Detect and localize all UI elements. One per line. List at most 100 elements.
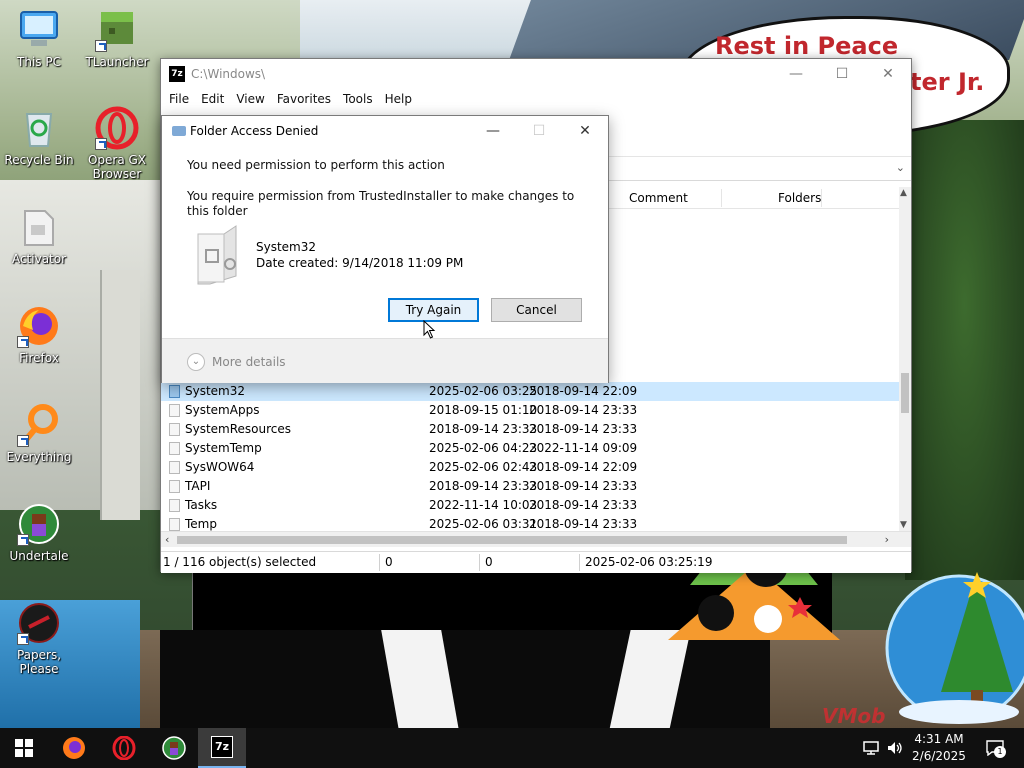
row-created: 2018-09-14 23:33	[529, 498, 638, 512]
folder-icon	[169, 442, 180, 455]
window-titlebar[interactable]: 7z C:\Windows\ — ☐ ✕	[161, 59, 911, 89]
desktop-icon-opera-gx[interactable]: Opera GX Browser	[78, 106, 156, 181]
row-modified: 2018-09-14 23:33	[429, 422, 538, 436]
row-name: Temp	[185, 517, 217, 531]
chevron-down-icon[interactable]: ⌄	[896, 161, 905, 174]
folder-icon	[169, 404, 180, 417]
column-divider	[821, 189, 822, 207]
dialog-titlebar[interactable]: Folder Access Denied — ☐ ✕	[162, 116, 608, 146]
folder-icon	[169, 385, 180, 398]
minimize-button[interactable]: —	[773, 59, 819, 89]
status-size: 0	[385, 555, 393, 569]
table-row[interactable]: TAPI 2018-09-14 23:33 2018-09-14 23:33	[161, 477, 899, 496]
scrollbar-thumb[interactable]	[177, 536, 847, 544]
dialog-close-button[interactable]: ✕	[562, 116, 608, 146]
table-row[interactable]: SystemApps 2018-09-15 01:10 2018-09-14 2…	[161, 401, 899, 420]
scroll-left-icon[interactable]: ‹	[165, 533, 169, 546]
desktop-icon-everything[interactable]: Everything	[0, 403, 78, 464]
status-selection: 1 / 116 object(s) selected	[163, 555, 317, 569]
more-details-toggle[interactable]: ⌄ More details	[162, 338, 608, 383]
tlauncher-icon	[95, 8, 139, 52]
snow-globe	[885, 572, 1024, 724]
system-clock[interactable]: 4:31 AM 2/6/2025	[900, 731, 978, 765]
status-divider	[579, 554, 580, 571]
taskbar-firefox[interactable]	[50, 728, 98, 768]
shortcut-arrow-icon	[95, 40, 107, 52]
desktop-icon-recycle-bin[interactable]: Recycle Bin	[0, 106, 78, 167]
status-modified: 2025-02-06 03:25:19	[585, 555, 713, 569]
desktop-icon-this-pc[interactable]: This PC	[0, 8, 78, 69]
cancel-button[interactable]: Cancel	[491, 298, 582, 322]
menu-help[interactable]: Help	[379, 92, 418, 106]
row-modified: 2018-09-15 01:10	[429, 403, 538, 417]
shortcut-arrow-icon	[17, 435, 29, 447]
folder-icon	[169, 480, 180, 493]
desktop-icon-papers-please[interactable]: Papers, Please	[0, 601, 78, 676]
desktop-icon-label: Opera GX Browser	[87, 153, 147, 181]
start-button[interactable]	[0, 728, 48, 768]
row-created: 2018-09-14 22:09	[529, 460, 638, 474]
menu-file[interactable]: File	[163, 92, 195, 106]
dialog-message-primary: You need permission to perform this acti…	[187, 158, 445, 172]
menu-tools[interactable]: Tools	[337, 92, 379, 106]
watermark: VMob	[822, 704, 886, 728]
desktop-icon-label: Recycle Bin	[4, 153, 74, 167]
status-divider	[479, 554, 480, 571]
table-row[interactable]: SysWOW64 2025-02-06 02:43 2018-09-14 22:…	[161, 458, 899, 477]
table-row[interactable]: SystemTemp 2025-02-06 04:23 2022-11-14 0…	[161, 439, 899, 458]
wallpaper-pillar	[100, 270, 140, 520]
menu-favorites[interactable]: Favorites	[271, 92, 337, 106]
taskbar-undertale[interactable]	[150, 728, 198, 768]
horizontal-scrollbar[interactable]: ‹ ›	[161, 531, 911, 547]
folder-date-created: Date created: 9/14/2018 11:09 PM	[256, 256, 464, 270]
folder-move-icon	[172, 126, 186, 136]
row-created: 2018-09-14 23:33	[529, 403, 638, 417]
notification-center-button[interactable]: 1	[980, 728, 1010, 768]
menu-edit[interactable]: Edit	[195, 92, 230, 106]
desktop-icon-activator[interactable]: Activator	[0, 205, 78, 266]
column-divider	[721, 189, 722, 207]
row-name: TAPI	[185, 479, 211, 493]
bubble-text-line2: ter Jr.	[910, 68, 985, 96]
maximize-button[interactable]: ☐	[819, 59, 865, 89]
table-row[interactable]: System32 2025-02-06 03:25 2018-09-14 22:…	[161, 382, 899, 401]
clock-time: 4:31 AM	[914, 732, 964, 746]
table-row[interactable]: SystemResources 2018-09-14 23:33 2018-09…	[161, 420, 899, 439]
taskbar-opera[interactable]	[100, 728, 148, 768]
start-icon	[15, 739, 33, 757]
scrollbar-thumb[interactable]	[901, 373, 909, 413]
scroll-up-icon[interactable]: ▲	[900, 188, 907, 198]
firefox-icon	[63, 737, 85, 759]
folder-icon	[169, 423, 180, 436]
desktop-icon-tlauncher[interactable]: TLauncher	[78, 8, 156, 69]
close-button[interactable]: ✕	[865, 59, 911, 89]
desktop-icon-firefox[interactable]: Firefox	[0, 304, 78, 365]
wallpaper-tree	[905, 120, 1024, 580]
dialog-maximize-button: ☐	[532, 123, 546, 139]
row-modified: 2025-02-06 03:25	[429, 384, 538, 398]
status-bar: 1 / 116 object(s) selected 0 0 2025-02-0…	[161, 551, 911, 573]
chevron-down-icon[interactable]: ⌄	[187, 353, 205, 371]
table-row[interactable]: Tasks 2022-11-14 10:03 2018-09-14 23:33	[161, 496, 899, 515]
row-modified: 2025-02-06 03:31	[429, 517, 538, 531]
column-comment[interactable]: Comment	[629, 191, 688, 205]
shortcut-arrow-icon	[17, 534, 29, 546]
try-again-button[interactable]: Try Again	[388, 298, 479, 322]
menu-view[interactable]: View	[230, 92, 270, 106]
menu-bar: File Edit View Favorites Tools Help	[161, 89, 911, 109]
row-created: 2018-09-14 23:33	[529, 517, 638, 531]
dialog-minimize-button[interactable]: —	[470, 116, 516, 146]
taskbar-7zip[interactable]: 7z	[198, 728, 246, 768]
more-details-label: More details	[212, 355, 286, 369]
scroll-right-icon[interactable]: ›	[885, 533, 889, 546]
vertical-scrollbar[interactable]: ▲ ▼	[899, 187, 911, 531]
mouse-cursor-icon	[423, 320, 436, 339]
scroll-down-icon[interactable]: ▼	[900, 520, 907, 530]
row-modified: 2025-02-06 02:43	[429, 460, 538, 474]
row-name: SystemTemp	[185, 441, 262, 455]
desktop-icon-undertale[interactable]: Undertale	[0, 502, 78, 563]
status-divider	[379, 554, 380, 571]
row-created: 2018-09-14 22:09	[529, 384, 638, 398]
column-folders[interactable]: Folders	[778, 191, 821, 205]
network-icon[interactable]	[860, 728, 882, 768]
